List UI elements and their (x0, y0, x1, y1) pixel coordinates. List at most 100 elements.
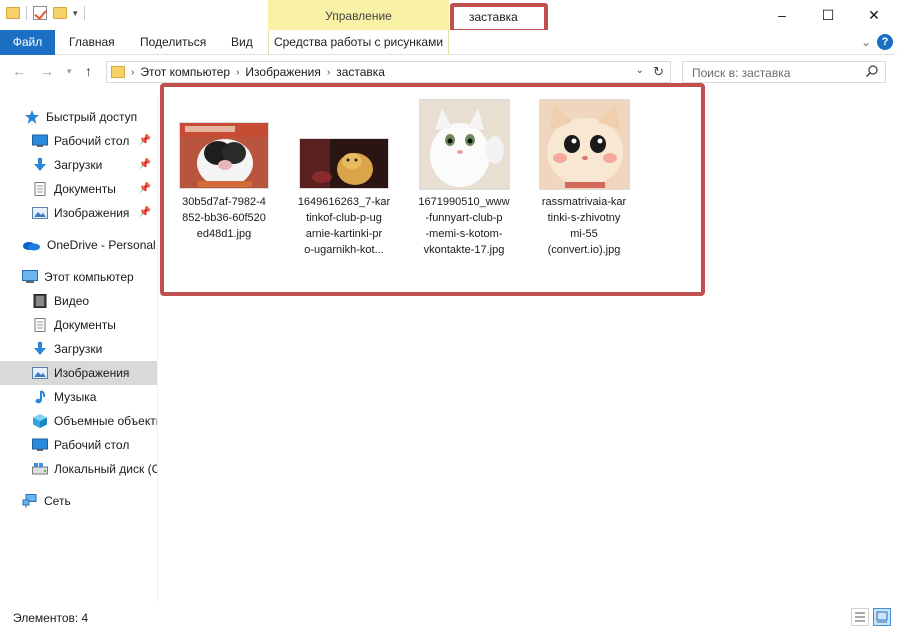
address-bar[interactable]: › Этот компьютер › Изображения › заставк… (106, 61, 671, 83)
file-name-line: 1649616263_7-kar (297, 196, 391, 208)
sidebar-item-label: Рабочий стол (54, 134, 130, 148)
expand-ribbon-icon[interactable]: ⌄ (861, 35, 871, 49)
sidebar-item-network[interactable]: Сеть (0, 489, 157, 513)
crumb-current-folder[interactable]: заставка (336, 65, 385, 79)
file-name-line: ed48d1.jpg (196, 228, 252, 240)
file-name-line: vkontakte-17.jpg (423, 244, 505, 256)
sidebar-item-label: Загрузки (54, 342, 103, 356)
pin-icon[interactable]: 📌 (139, 135, 151, 146)
sidebar-item-label: OneDrive - Personal (47, 238, 156, 252)
cube-icon (32, 414, 48, 428)
pin-icon[interactable]: 📌 (139, 159, 151, 170)
customize-toolbar-icon[interactable]: ▾ (73, 7, 78, 19)
sidebar-item-documents-pc[interactable]: Документы (0, 313, 157, 337)
recent-locations-icon[interactable]: ▾ (67, 66, 72, 77)
window-title: заставка (469, 10, 518, 24)
search-icon[interactable] (865, 64, 879, 78)
pin-icon[interactable]: 📌 (139, 183, 151, 194)
sidebar-item-label: Музыка (54, 390, 97, 404)
ribbon-controls: ⌄ ? (861, 34, 893, 50)
sidebar-item-desktop[interactable]: Рабочий стол 📌 (0, 129, 157, 153)
file-name-line: o-ugarnikh-kot... (304, 244, 384, 256)
download-icon (32, 342, 48, 356)
file-name[interactable]: rassmatrivaia-kar tinki-s-zhivotny mi-55… (534, 194, 634, 258)
properties-icon[interactable] (33, 6, 47, 20)
sidebar-item-video[interactable]: Видео (0, 289, 157, 313)
tab-picture-tools[interactable]: Средства работы с рисунками (268, 30, 449, 55)
file-name[interactable]: 30b5d7af-7982-4 852-bb36-60f520 ed48d1.j… (174, 194, 274, 242)
sidebar-item-pictures[interactable]: Изображения 📌 (0, 201, 157, 225)
file-item[interactable]: 1671990510_www -funnyart-club-p -memi-s-… (414, 97, 514, 257)
sidebar-item-local-disk[interactable]: Локальный диск (C:) (0, 457, 157, 481)
sidebar-item-documents[interactable]: Документы 📌 (0, 177, 157, 201)
contextual-tab-group: Управление (268, 0, 449, 30)
address-dropdown-icon[interactable]: ⌄ (636, 65, 644, 76)
file-name[interactable]: 1671990510_www -funnyart-club-p -memi-s-… (414, 194, 514, 258)
desktop-icon (32, 134, 48, 148)
sidebar-item-music[interactable]: Музыка (0, 385, 157, 409)
pictures-icon (32, 206, 48, 220)
file-name-line: rassmatrivaia-kar (541, 196, 627, 208)
title-bar: ▾ Управление заставка – ☐ ✕ (0, 0, 897, 33)
status-bar: Элементов: 4 (0, 605, 897, 630)
tab-share[interactable]: Поделиться (140, 30, 206, 55)
chevron-right-icon[interactable]: › (236, 67, 239, 78)
file-item[interactable]: 1649616263_7-kar tinkof-club-p-ug arnie-… (294, 116, 394, 256)
computer-icon (22, 270, 38, 284)
refresh-icon[interactable]: ↻ (653, 64, 664, 80)
file-name[interactable]: 1649616263_7-kar tinkof-club-p-ug arnie-… (294, 194, 394, 258)
folder-icon[interactable] (6, 7, 20, 19)
sidebar-item-label: Видео (54, 294, 90, 308)
minimize-button[interactable]: – (759, 0, 805, 30)
crumb-this-pc[interactable]: Этот компьютер (140, 65, 230, 79)
pictures-icon (32, 366, 48, 380)
search-input[interactable]: Поиск в: заставка (682, 61, 886, 83)
video-icon (32, 294, 48, 308)
tab-view[interactable]: Вид (231, 30, 253, 55)
file-name-line: -memi-s-kotom- (425, 228, 503, 240)
pin-icon[interactable]: 📌 (139, 207, 151, 218)
sidebar-item-downloads[interactable]: Загрузки 📌 (0, 153, 157, 177)
sidebar-item-label: Этот компьютер (44, 270, 134, 284)
manage-tab-label[interactable]: Управление (268, 0, 449, 33)
file-name-line: 30b5d7af-7982-4 (182, 196, 266, 208)
chevron-right-icon[interactable]: › (327, 67, 330, 78)
ribbon-tabs: Файл Главная Поделиться Вид Средства раб… (0, 30, 897, 55)
help-icon[interactable]: ? (877, 34, 893, 50)
sidebar-item-downloads-pc[interactable]: Загрузки (0, 337, 157, 361)
up-icon[interactable]: ↑ (85, 63, 92, 79)
sidebar-item-desktop-pc[interactable]: Рабочий стол (0, 433, 157, 457)
sidebar-item-label: Локальный диск (C:) (54, 462, 157, 476)
drive-icon (32, 462, 48, 476)
sidebar-item-onedrive[interactable]: OneDrive - Personal (0, 233, 157, 257)
tab-file[interactable]: Файл (0, 30, 55, 55)
large-icons-view-icon[interactable] (873, 608, 891, 626)
forward-icon[interactable]: → (40, 63, 54, 79)
tab-home[interactable]: Главная (69, 30, 115, 55)
sidebar-item-quick-access[interactable]: Быстрый доступ (0, 105, 157, 129)
back-icon[interactable]: ← (12, 63, 26, 79)
file-item[interactable]: rassmatrivaia-kar tinki-s-zhivotny mi-55… (534, 97, 634, 257)
file-item[interactable]: 30b5d7af-7982-4 852-bb36-60f520 ed48d1.j… (174, 116, 274, 246)
sidebar-item-label: Изображения (54, 206, 130, 220)
close-button[interactable]: ✕ (851, 0, 897, 30)
item-count: Элементов: 4 (13, 611, 89, 625)
crumb-pictures[interactable]: Изображения (245, 65, 320, 79)
sidebar-item-label: Сеть (44, 494, 71, 508)
network-icon (22, 494, 38, 508)
sidebar-item-pictures-pc[interactable]: Изображения (0, 361, 157, 385)
sidebar-item-3d-objects[interactable]: Объемные объекты (0, 409, 157, 433)
sidebar-item-this-pc[interactable]: Этот компьютер (0, 265, 157, 289)
image-thumbnail (299, 138, 389, 189)
chevron-right-icon[interactable]: › (131, 67, 134, 78)
image-thumbnail (539, 99, 630, 190)
sidebar-item-label: Рабочий стол (54, 438, 130, 452)
separator (83, 6, 85, 20)
star-icon (24, 110, 40, 124)
view-switcher (851, 608, 891, 626)
details-view-icon[interactable] (851, 608, 869, 626)
new-folder-icon[interactable] (53, 7, 67, 19)
file-name-line: mi-55 (570, 228, 598, 240)
folder-icon (111, 66, 125, 78)
maximize-button[interactable]: ☐ (805, 0, 851, 30)
